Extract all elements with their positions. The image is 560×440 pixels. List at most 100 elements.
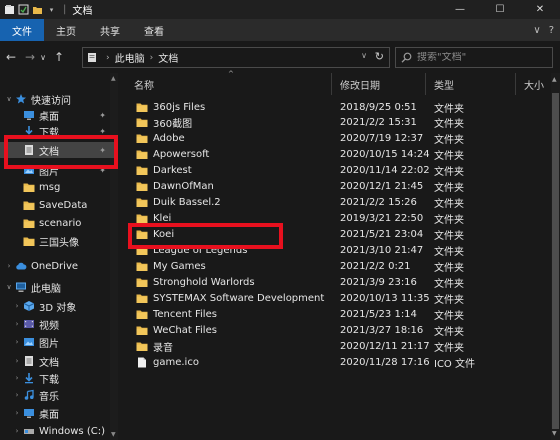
file-name-cell: Duik Bassel.2 bbox=[136, 197, 221, 208]
sidebar-item[interactable]: 图片 ✦ bbox=[0, 162, 118, 178]
column-name[interactable]: 名称 bbox=[126, 73, 332, 95]
sidebar-item[interactable]: › Windows (C:) bbox=[0, 423, 118, 439]
cube-icon bbox=[22, 300, 35, 312]
tab-view[interactable]: 查看 bbox=[132, 19, 176, 41]
folder-icon bbox=[136, 213, 148, 224]
expand-ribbon-icon[interactable]: ∨ bbox=[533, 25, 540, 36]
sidebar-item[interactable]: › 图片 bbox=[0, 334, 118, 350]
sidebar-item[interactable]: › 音乐 bbox=[0, 387, 118, 403]
scroll-up-icon[interactable]: ▲ bbox=[111, 75, 116, 82]
file-row[interactable]: DawnOfMan 2020/12/1 21:45 文件夹 bbox=[126, 179, 560, 195]
sidebar-item[interactable]: › 桌面 bbox=[0, 405, 118, 421]
expand-chevron-icon[interactable]: › bbox=[4, 262, 14, 270]
pin-icon: ✦ bbox=[99, 110, 106, 120]
search-box[interactable] bbox=[395, 47, 553, 68]
file-row[interactable]: League of Legends 2021/3/10 21:47 文件夹 bbox=[126, 243, 560, 259]
sidebar-item[interactable]: 三国头像 bbox=[0, 233, 118, 249]
file-row[interactable]: Adobe 2020/7/19 12:37 文件夹 bbox=[126, 131, 560, 147]
pin-icon: ✦ bbox=[99, 126, 106, 136]
address-dropdown-icon[interactable]: ∨ bbox=[361, 51, 367, 60]
breadcrumb-documents[interactable]: 文档 bbox=[158, 50, 178, 65]
scroll-up-icon[interactable]: ▲ bbox=[552, 76, 557, 83]
download-icon bbox=[22, 372, 35, 384]
minimize-button[interactable]: — bbox=[440, 0, 480, 19]
sidebar-item-label: Windows (C:) bbox=[39, 425, 105, 437]
sidebar-item-label: scenario bbox=[39, 217, 82, 229]
cloud-icon bbox=[14, 260, 27, 272]
file-name: Duik Bassel.2 bbox=[153, 197, 221, 209]
file-type: 文件夹 bbox=[434, 310, 464, 322]
file-row[interactable]: Duik Bassel.2 2021/2/2 15:26 文件夹 bbox=[126, 195, 560, 211]
breadcrumb-this-pc[interactable]: 此电脑 bbox=[115, 50, 145, 65]
up-button[interactable]: ↑ bbox=[51, 47, 67, 67]
file-row[interactable]: Koei 2021/5/21 23:04 文件夹 bbox=[126, 227, 560, 243]
search-input[interactable] bbox=[417, 52, 547, 63]
file-row[interactable]: SYSTEMAX Software Development 2020/10/13 … bbox=[126, 290, 560, 306]
sidebar-item[interactable]: › 3D 对象 bbox=[0, 298, 118, 314]
scroll-down-icon[interactable]: ▼ bbox=[552, 430, 557, 437]
folder-icon bbox=[136, 245, 148, 256]
expand-chevron-icon[interactable]: › bbox=[12, 357, 22, 365]
window-controls: — ☐ ✕ bbox=[440, 0, 560, 19]
file-row[interactable]: Apowersoft 2020/10/15 14:24 文件夹 bbox=[126, 147, 560, 163]
file-row[interactable]: Klei 2019/3/21 22:50 文件夹 bbox=[126, 211, 560, 227]
expand-chevron-icon[interactable]: › bbox=[12, 338, 22, 346]
download-icon bbox=[22, 125, 35, 137]
expand-chevron-icon[interactable]: › bbox=[12, 427, 22, 435]
back-button[interactable]: ← bbox=[3, 47, 19, 67]
folder-icon bbox=[22, 181, 35, 193]
sidebar-item-label: 3D 对象 bbox=[39, 302, 77, 314]
recent-locations-button[interactable]: ∨ bbox=[38, 47, 48, 67]
file-row[interactable]: WeChat Files 2021/3/27 18:16 文件夹 bbox=[126, 322, 560, 338]
address-bar[interactable]: › 此电脑 › 文档 ∨ ↻ bbox=[82, 47, 390, 68]
file-date: 2019/3/21 22:50 bbox=[340, 213, 424, 225]
file-row[interactable]: My Games 2021/2/2 0:21 文件夹 bbox=[126, 259, 560, 275]
quick-access-dropdown-icon[interactable]: ▾ bbox=[46, 4, 57, 15]
file-type: 文件夹 bbox=[434, 215, 464, 227]
sidebar-item[interactable]: › 文档 bbox=[0, 353, 118, 369]
sidebar-item-label: SaveData bbox=[39, 199, 88, 211]
sidebar-item[interactable]: 下载 ✦ bbox=[0, 123, 118, 139]
expand-chevron-icon[interactable]: › bbox=[12, 409, 22, 417]
file-row[interactable]: Tencent Files 2021/5/23 1:14 文件夹 bbox=[126, 306, 560, 322]
maximize-button[interactable]: ☐ bbox=[480, 0, 520, 19]
sidebar-item[interactable]: › 视频 bbox=[0, 316, 118, 332]
file-row[interactable]: Stronghold Warlords 2021/3/9 23:16 文件夹 bbox=[126, 274, 560, 290]
expand-chevron-icon[interactable]: ∨ bbox=[4, 283, 14, 291]
tab-home[interactable]: 主页 bbox=[44, 19, 88, 41]
sidebar-item[interactable]: › 下载 bbox=[0, 370, 118, 386]
sidebar-item[interactable]: scenario bbox=[0, 215, 118, 231]
sidebar-item[interactable]: 桌面 ✦ bbox=[0, 107, 118, 123]
sidebar-item[interactable]: msg bbox=[0, 179, 118, 195]
file-row[interactable]: game.ico 2020/11/28 17:16 ICO 文件 bbox=[126, 354, 560, 370]
sidebar-item[interactable]: SaveData bbox=[0, 197, 118, 213]
expand-chevron-icon[interactable]: › bbox=[12, 302, 22, 310]
forward-button[interactable]: → bbox=[22, 47, 38, 67]
tab-file[interactable]: 文件 bbox=[0, 19, 44, 41]
new-folder-icon[interactable] bbox=[32, 4, 43, 15]
file-row[interactable]: 录音 2020/12/11 21:17 文件夹 bbox=[126, 338, 560, 354]
refresh-button[interactable]: ↻ bbox=[375, 50, 384, 63]
sidebar-item[interactable]: 文档 ✦ bbox=[0, 142, 118, 158]
properties-icon[interactable] bbox=[18, 4, 29, 15]
file-row[interactable]: 360截图 2021/2/2 15:31 文件夹 bbox=[126, 115, 560, 131]
help-icon[interactable]: ? bbox=[549, 25, 554, 36]
file-row[interactable]: Darkest 2020/11/14 22:02 文件夹 bbox=[126, 163, 560, 179]
file-row[interactable]: 360js Files 2018/9/25 0:51 文件夹 bbox=[126, 99, 560, 115]
expand-chevron-icon[interactable]: ∨ bbox=[4, 95, 14, 103]
tab-share[interactable]: 共享 bbox=[88, 19, 132, 41]
sidebar-item-label: 三国头像 bbox=[39, 237, 79, 249]
expand-chevron-icon[interactable]: › bbox=[12, 391, 22, 399]
close-button[interactable]: ✕ bbox=[520, 0, 560, 19]
expand-chevron-icon[interactable]: › bbox=[12, 374, 22, 382]
column-type[interactable]: 类型 bbox=[426, 73, 516, 95]
column-date[interactable]: 修改日期 bbox=[332, 73, 426, 95]
sidebar-item[interactable]: ∨ 快速访问 bbox=[0, 91, 118, 107]
file-type: 文件夹 bbox=[434, 151, 464, 163]
sidebar-item[interactable]: › OneDrive bbox=[0, 258, 118, 274]
file-name-cell: Stronghold Warlords bbox=[136, 277, 255, 288]
expand-chevron-icon[interactable]: › bbox=[12, 320, 22, 328]
file-type: 文件夹 bbox=[434, 167, 464, 179]
file-name: League of Legends bbox=[153, 245, 248, 257]
sidebar-item[interactable]: ∨ 此电脑 bbox=[0, 279, 118, 295]
